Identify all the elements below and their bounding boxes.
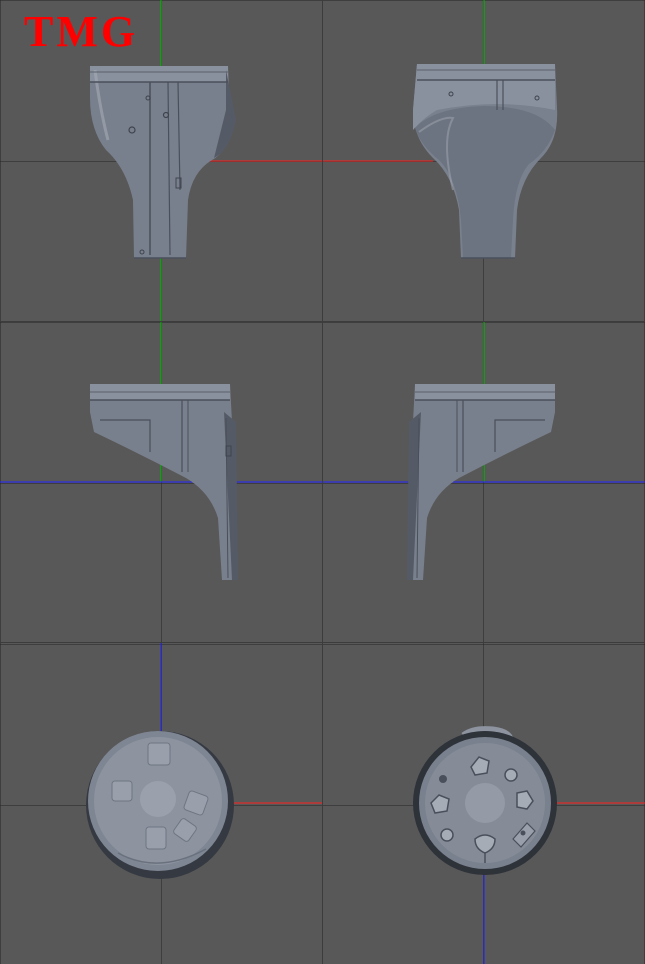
3d-viewport-grid[interactable]: TMG	[0, 0, 645, 964]
top-view-canvas	[413, 726, 645, 964]
right-view-canvas	[323, 322, 645, 580]
bottom-view-canvas	[86, 643, 322, 879]
viewport-left[interactable]	[0, 322, 322, 642]
boot-cover-top-icon	[413, 726, 557, 875]
boot-cover-bottom-icon	[86, 731, 234, 879]
viewport-back[interactable]	[323, 0, 645, 321]
viewport-top[interactable]	[323, 643, 645, 964]
left-view-canvas	[0, 322, 322, 580]
back-view-canvas	[323, 0, 558, 259]
boot-cover-front-icon	[90, 66, 236, 259]
viewport-bottom[interactable]	[0, 643, 322, 964]
boot-cover-back-icon	[413, 64, 558, 259]
tmg-logo: TMG	[24, 7, 139, 56]
viewport-right[interactable]	[323, 322, 645, 642]
